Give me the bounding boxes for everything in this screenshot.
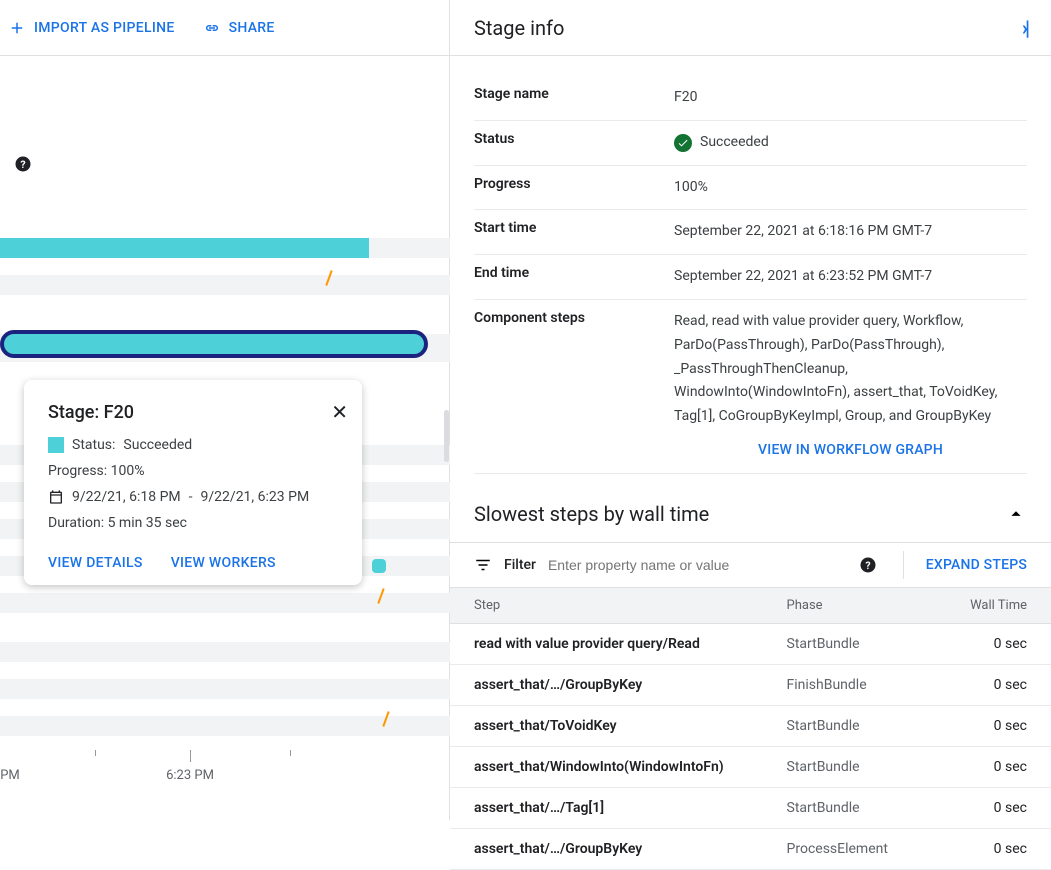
chart-row[interactable] (0, 642, 450, 662)
chevron-up-icon[interactable] (1005, 503, 1027, 525)
chart-row[interactable] (0, 679, 450, 699)
wall-time-cell: 0 sec (919, 623, 1051, 664)
phase-cell: StartBundle (763, 623, 919, 664)
scrollbar-thumb[interactable] (444, 410, 449, 462)
tooltip-end-time: 9/22/21, 6:23 PM (201, 489, 310, 505)
svg-text:?: ? (865, 559, 870, 572)
col-step[interactable]: Step (450, 587, 763, 623)
stage-info-table: Stage name F20 Status Succeeded Progress… (450, 56, 1051, 474)
chart-row[interactable] (0, 238, 450, 258)
wall-time-cell: 0 sec (919, 705, 1051, 746)
plus-icon (8, 19, 26, 37)
view-workers-button[interactable]: VIEW WORKERS (171, 555, 276, 571)
tooltip-start-time: 9/22/21, 6:18 PM (72, 489, 181, 505)
panel-header: Stage info ›| (450, 0, 1051, 56)
slowest-steps-table: Step Phase Wall Time read with value pro… (450, 587, 1051, 870)
stage-tooltip-card: Stage: F20 ✕ Status: Succeeded Progress:… (24, 380, 362, 585)
col-phase[interactable]: Phase (763, 587, 919, 623)
step-cell: assert_that/ToVoidKey (450, 705, 763, 746)
axis-label: PM (0, 768, 20, 783)
filter-bar: Filter ? EXPAND STEPS (450, 542, 1051, 587)
help-icon[interactable]: ? (859, 556, 877, 574)
tooltip-time-separator: - (189, 489, 193, 505)
step-cell: assert_that/…/GroupByKey (450, 828, 763, 869)
table-row[interactable]: assert_that/…/Tag[1]StartBundle0 sec (450, 787, 1051, 828)
collapse-panel-icon[interactable]: ›| (1022, 16, 1027, 40)
status-value: Succeeded (700, 131, 769, 155)
step-cell: assert_that/…/GroupByKey (450, 664, 763, 705)
view-in-workflow-graph-link[interactable]: VIEW IN WORKFLOW GRAPH (674, 439, 1027, 463)
col-wall-time[interactable]: Wall Time (919, 587, 1051, 623)
wall-time-cell: 0 sec (919, 828, 1051, 869)
wall-time-cell: 0 sec (919, 746, 1051, 787)
filter-input[interactable] (548, 551, 847, 579)
table-row[interactable]: assert_that/…/GroupByKeyFinishBundle0 se… (450, 664, 1051, 705)
filter-icon[interactable] (474, 556, 492, 574)
axis-label: 6:23 PM (166, 768, 214, 783)
calendar-icon (48, 489, 64, 505)
status-swatch (48, 437, 64, 453)
wall-time-cell: 0 sec (919, 664, 1051, 705)
tooltip-progress-label: Progress: (48, 463, 107, 479)
phase-cell: StartBundle (763, 705, 919, 746)
chart-row[interactable] (0, 716, 450, 736)
phase-cell: ProcessElement (763, 828, 919, 869)
tooltip-status-value: Succeeded (123, 437, 192, 453)
link-icon (203, 19, 221, 37)
tooltip-duration-value: 5 min 35 sec (108, 515, 187, 531)
share-button[interactable]: SHARE (203, 19, 275, 37)
phase-cell: StartBundle (763, 787, 919, 828)
help-icon[interactable]: ? (14, 155, 32, 173)
info-row-progress: Progress 100% (474, 166, 1027, 211)
view-details-button[interactable]: VIEW DETAILS (48, 555, 143, 571)
chart-x-axis: PM 6:23 PM (0, 750, 450, 790)
expand-steps-button[interactable]: EXPAND STEPS (926, 557, 1027, 573)
component-steps-value: Read, read with value provider query, Wo… (674, 313, 997, 424)
import-as-pipeline-button[interactable]: IMPORT AS PIPELINE (8, 19, 175, 37)
tooltip-title: Stage: F20 (48, 402, 338, 423)
import-label: IMPORT AS PIPELINE (34, 20, 175, 36)
tooltip-progress-value: 100% (111, 463, 145, 479)
slowest-steps-header[interactable]: Slowest steps by wall time (450, 474, 1051, 542)
left-panel: IMPORT AS PIPELINE SHARE ? PM 6:23 PM St… (0, 0, 450, 820)
chart-row-selected[interactable] (0, 334, 450, 362)
info-row-end-time: End time September 22, 2021 at 6:23:52 P… (474, 255, 1027, 300)
table-row[interactable]: read with value provider query/ReadStart… (450, 623, 1051, 664)
table-row[interactable]: assert_that/…/GroupByKeyProcessElement0 … (450, 828, 1051, 869)
step-cell: read with value provider query/Read (450, 623, 763, 664)
tooltip-duration-label: Duration: (48, 515, 104, 531)
table-row[interactable]: assert_that/WindowInto(WindowIntoFn)Star… (450, 746, 1051, 787)
slowest-steps-title: Slowest steps by wall time (474, 502, 709, 526)
info-row-component-steps: Component steps Read, read with value pr… (474, 300, 1027, 474)
filter-label: Filter (504, 557, 536, 573)
info-row-status: Status Succeeded (474, 121, 1027, 166)
toolbar: IMPORT AS PIPELINE SHARE (0, 0, 449, 56)
stage-info-panel: Stage info ›| Stage name F20 Status Succ… (450, 0, 1051, 820)
info-row-start-time: Start time September 22, 2021 at 6:18:16… (474, 210, 1027, 255)
close-icon[interactable]: ✕ (331, 400, 348, 424)
step-cell: assert_that/…/Tag[1] (450, 787, 763, 828)
table-row[interactable]: assert_that/ToVoidKeyStartBundle0 sec (450, 705, 1051, 746)
svg-text:?: ? (20, 158, 25, 171)
step-cell: assert_that/WindowInto(WindowIntoFn) (450, 746, 763, 787)
phase-cell: FinishBundle (763, 664, 919, 705)
phase-cell: StartBundle (763, 746, 919, 787)
panel-title: Stage info (474, 16, 564, 40)
wall-time-cell: 0 sec (919, 787, 1051, 828)
share-label: SHARE (229, 20, 275, 36)
chart-row[interactable] (0, 593, 450, 613)
success-check-icon (674, 134, 692, 152)
tooltip-status-label: Status: (72, 437, 115, 453)
info-row-stage-name: Stage name F20 (474, 76, 1027, 121)
chart-row[interactable] (0, 275, 450, 295)
divider (903, 551, 904, 579)
